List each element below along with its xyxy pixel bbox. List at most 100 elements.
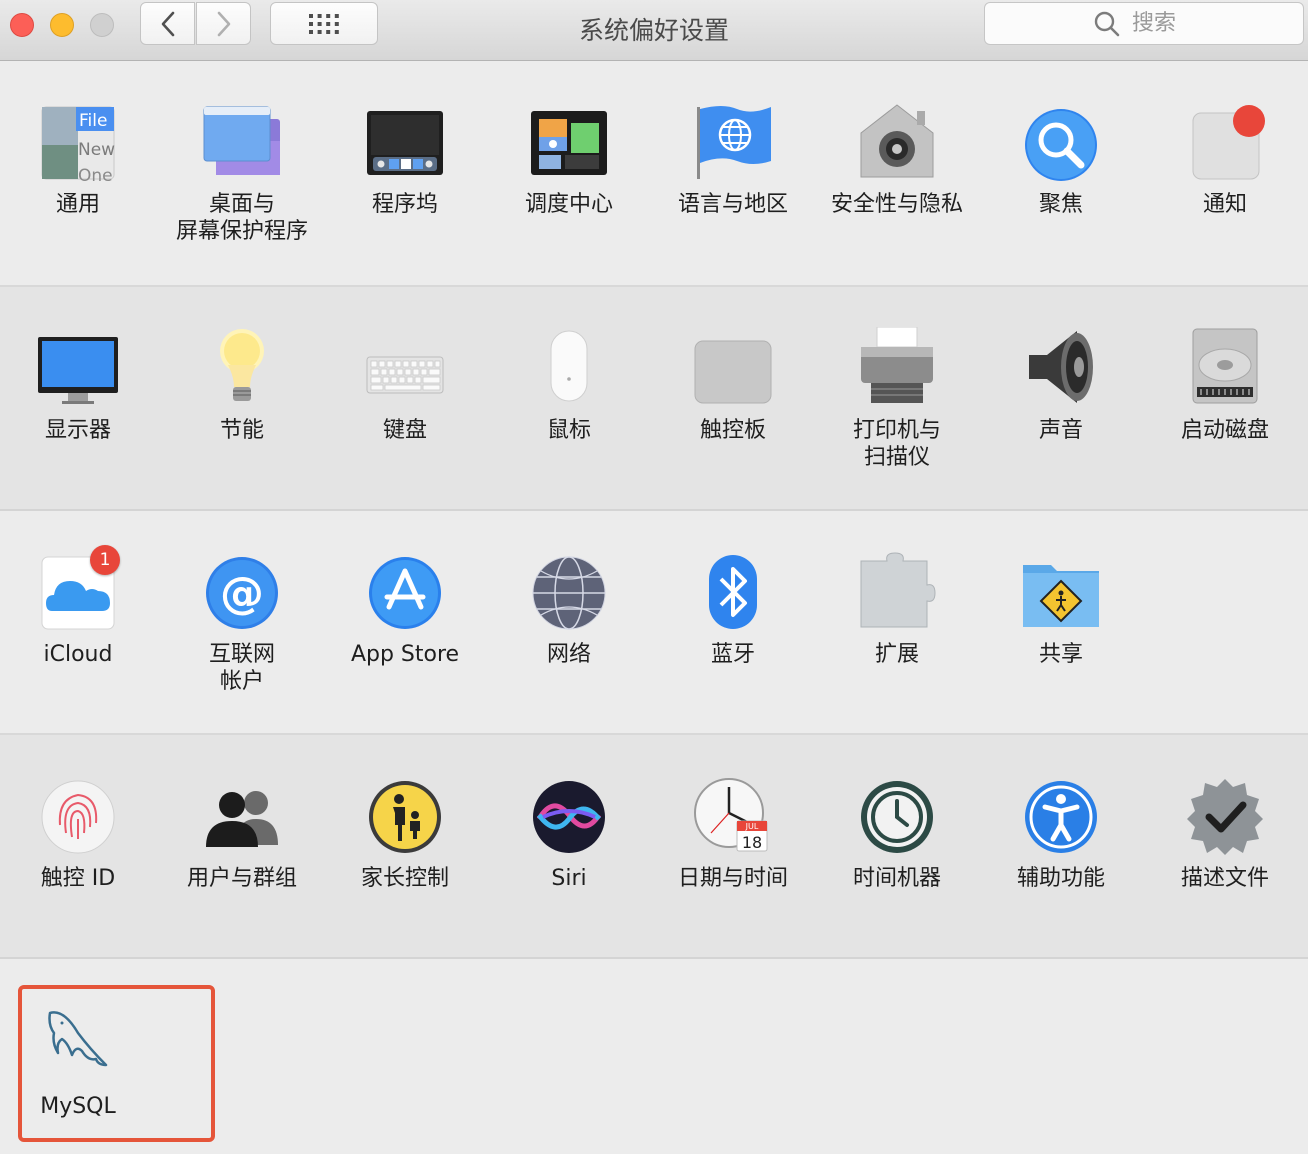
- pref-label: 互联网 帐户: [208, 642, 275, 694]
- profiles-icon: [1185, 775, 1265, 855]
- pref-label: 鼠标: [546, 418, 591, 443]
- pref-language-region[interactable]: 语言与地区: [651, 101, 815, 218]
- minimize-window-button[interactable]: [50, 13, 74, 37]
- pref-label: 桌面与 屏幕保护程序: [175, 192, 308, 244]
- pref-sound[interactable]: 声音: [979, 327, 1143, 444]
- pref-label: 共享: [1038, 642, 1083, 667]
- pref-label: Siri: [551, 866, 587, 891]
- pref-label: 网络: [546, 642, 591, 667]
- users-groups-icon: [202, 775, 282, 855]
- chevron-right-icon: [217, 11, 230, 36]
- pref-label: 打印机与 扫描仪: [852, 418, 941, 470]
- pref-spotlight[interactable]: 聚焦: [979, 101, 1143, 218]
- keyboard-icon: [365, 327, 445, 407]
- pref-label: 安全性与隐私: [830, 192, 963, 217]
- zoom-window-button[interactable]: [90, 13, 114, 37]
- pref-label: 触控板: [699, 418, 766, 443]
- pref-label: 启动磁盘: [1180, 418, 1269, 443]
- pref-accessibility[interactable]: 辅助功能: [979, 775, 1143, 892]
- pref-desktop-screensaver[interactable]: 桌面与 屏幕保护程序: [160, 101, 324, 245]
- pref-energy-saver[interactable]: 节能: [160, 327, 324, 444]
- pref-security-privacy[interactable]: 安全性与隐私: [815, 101, 979, 218]
- svg-text:@: @: [220, 568, 264, 619]
- pref-label: 调度中心: [524, 192, 613, 217]
- general-icon-one-text: One: [78, 166, 113, 181]
- siri-icon: [529, 775, 609, 855]
- app-store-icon: [365, 551, 445, 631]
- date-time-icon: JUL 18: [693, 775, 773, 855]
- pref-label: 声音: [1038, 418, 1083, 443]
- startup-disk-icon: [1185, 327, 1265, 407]
- pref-label: 节能: [219, 418, 264, 443]
- pref-startup-disk[interactable]: 启动磁盘: [1143, 327, 1307, 444]
- highlight-box: [18, 985, 215, 1142]
- forward-button[interactable]: [196, 2, 251, 45]
- window-titlebar: 系统偏好设置: [0, 0, 1308, 61]
- parental-controls-icon: [365, 775, 445, 855]
- pref-label: 语言与地区: [677, 192, 788, 217]
- trackpad-icon: [693, 327, 773, 407]
- pref-app-store[interactable]: App Store: [323, 551, 487, 668]
- desktop-screensaver-icon: [202, 101, 282, 181]
- pref-label: 用户与群组: [186, 866, 297, 891]
- search-input[interactable]: [1130, 10, 1194, 37]
- pref-mission-control[interactable]: 调度中心: [487, 101, 651, 218]
- security-privacy-icon: [857, 101, 937, 181]
- pref-parental-controls[interactable]: 家长控制: [323, 775, 487, 892]
- pref-label: 家长控制: [360, 866, 449, 891]
- chevron-left-icon: [161, 11, 174, 36]
- notification-badge: 1: [90, 545, 120, 575]
- pref-mouse[interactable]: 鼠标: [487, 327, 651, 444]
- preferences-row-1: File New One 通用 桌面与 屏幕保护程序 程序坞 调度中心 语言与地…: [0, 61, 1308, 287]
- pref-label: 描述文件: [1180, 866, 1269, 891]
- close-window-button[interactable]: [10, 13, 34, 37]
- pref-network[interactable]: 网络: [487, 551, 651, 668]
- touch-id-icon: [38, 775, 118, 855]
- calendar-badge: JUL 18: [736, 820, 768, 852]
- search-field[interactable]: [984, 2, 1304, 45]
- pref-label: 时间机器: [852, 866, 941, 891]
- grid-icon: [309, 13, 339, 34]
- pref-label: 聚焦: [1038, 192, 1083, 217]
- pref-siri[interactable]: Siri: [487, 775, 651, 892]
- pref-icloud[interactable]: 1 iCloud: [0, 545, 160, 668]
- pref-bluetooth[interactable]: 蓝牙: [651, 551, 815, 668]
- pref-general[interactable]: File New One 通用: [0, 101, 160, 218]
- pref-label: 通用: [55, 192, 100, 217]
- pref-users-groups[interactable]: 用户与群组: [160, 775, 324, 892]
- pref-label: 键盘: [382, 418, 427, 443]
- spotlight-icon: [1021, 101, 1101, 181]
- pref-dock[interactable]: 程序坞: [323, 101, 487, 218]
- show-all-button[interactable]: [270, 2, 378, 45]
- pref-label: App Store: [350, 642, 460, 667]
- pref-keyboard[interactable]: 键盘: [323, 327, 487, 444]
- preferences-row-2: 显示器 节能 键盘 鼠标 触控板 打印机与 扫描仪 声音 启动磁盘: [0, 287, 1308, 511]
- network-icon: [529, 551, 609, 631]
- pref-trackpad[interactable]: 触控板: [651, 327, 815, 444]
- pref-internet-accounts[interactable]: @ 互联网 帐户: [160, 551, 324, 695]
- bluetooth-icon: [693, 551, 773, 631]
- dock-icon: [365, 101, 445, 181]
- back-button[interactable]: [140, 2, 195, 45]
- pref-notifications[interactable]: 通知: [1143, 101, 1307, 218]
- printers-scanners-icon: [857, 326, 937, 407]
- general-icon-new-text: New: [78, 140, 115, 160]
- internet-accounts-icon: @: [202, 551, 282, 631]
- sharing-icon: [1021, 551, 1101, 631]
- pref-printers-scanners[interactable]: 打印机与 扫描仪: [815, 326, 979, 471]
- pref-time-machine[interactable]: 时间机器: [815, 775, 979, 892]
- pref-label: 程序坞: [371, 192, 438, 217]
- general-icon: File New One: [38, 101, 118, 181]
- energy-saver-icon: [202, 327, 282, 407]
- search-icon: [1094, 11, 1120, 36]
- pref-date-time[interactable]: JUL 18 日期与时间: [651, 775, 815, 892]
- pref-touch-id[interactable]: 触控 ID: [0, 775, 160, 892]
- pref-sharing[interactable]: 共享: [979, 551, 1143, 668]
- pref-extensions[interactable]: 扩展: [815, 551, 979, 668]
- pref-label: 扩展: [874, 642, 919, 667]
- pref-label: iCloud: [43, 642, 113, 667]
- accessibility-icon: [1021, 775, 1101, 855]
- pref-displays[interactable]: 显示器: [0, 327, 160, 444]
- pref-profiles[interactable]: 描述文件: [1143, 775, 1307, 892]
- pref-label: 日期与时间: [677, 866, 788, 891]
